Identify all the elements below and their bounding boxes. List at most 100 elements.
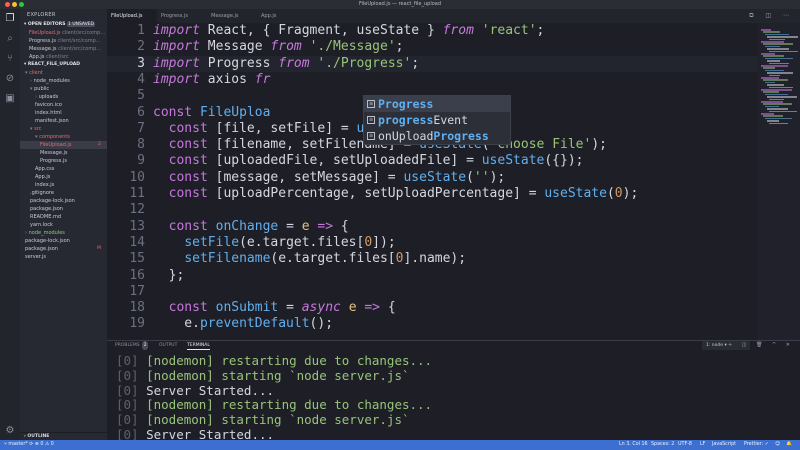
tab-output[interactable]: OUTPUT <box>159 341 177 350</box>
minimap-line <box>761 53 775 55</box>
open-editor-item[interactable]: Progress.js client/src/comp... <box>20 37 107 45</box>
code-line[interactable]: import Progress from './Progress'; <box>153 56 419 72</box>
tree-item[interactable]: FileUpload.js 2 <box>20 141 107 149</box>
open-editor-item[interactable]: FileUpload.js client/src/comp... <box>20 29 107 37</box>
explorer-sidebar: EXPLORER ▾ OPEN EDITORS 1 UNSAVED FileUp… <box>20 9 107 440</box>
open-editor-name: App.js <box>29 54 46 60</box>
terminal-output[interactable]: [0] [nodemon] restarting due to changes.… <box>116 353 433 450</box>
code-line[interactable]: const FileUploa <box>153 105 270 121</box>
tree-item[interactable]: package.json M <box>20 245 107 253</box>
terminal-line: [0] [nodemon] restarting due to changes.… <box>116 397 433 413</box>
tree-item[interactable]: .gitignore <box>20 189 107 197</box>
tab-fileupload[interactable]: FileUpload.js <box>107 9 157 23</box>
tree-item-label: components <box>39 134 71 140</box>
code-line[interactable]: }; <box>153 268 185 284</box>
tree-item[interactable]: package.json <box>20 205 107 213</box>
notifications-bell-icon[interactable]: 🔔 <box>786 440 792 450</box>
source-control-icon[interactable]: ⑂ <box>4 53 16 65</box>
code-line[interactable]: const [message, setMessage] = useState('… <box>153 170 506 186</box>
code-line[interactable]: setFilename(e.target.files[0].name); <box>153 251 466 267</box>
tree-item[interactable]: › uploads <box>20 93 107 101</box>
minimap-line <box>763 115 783 117</box>
editor-actions[interactable]: ⧉ ◫ ⋯ <box>749 12 794 20</box>
tree-item[interactable]: favicon.ico <box>20 101 107 109</box>
line-number: 12 <box>129 202 145 218</box>
project-section[interactable]: ▾ REACT_FILE_UPLOAD <box>20 61 107 69</box>
git-status-badge: M <box>97 246 101 251</box>
minimap-line <box>767 60 780 62</box>
tree-item[interactable]: package-lock.json <box>20 197 107 205</box>
tab-message[interactable]: Message.js <box>207 9 257 23</box>
open-editors-section[interactable]: ▾ OPEN EDITORS 1 UNSAVED <box>20 21 107 29</box>
encoding[interactable]: UTF-8 <box>678 440 692 450</box>
prettier-status[interactable]: Prettier: ✓ <box>744 440 769 450</box>
minimap-line <box>763 31 780 33</box>
indentation[interactable]: Spaces: 2 <box>651 440 674 450</box>
maximize-window-button[interactable] <box>19 2 24 7</box>
search-icon[interactable]: ⌕ <box>4 33 16 45</box>
tab-app[interactable]: App.js <box>257 9 307 23</box>
tree-item[interactable]: ▾ client <box>20 69 107 77</box>
tab-progress[interactable]: Progress.js <box>157 9 207 23</box>
tree-item[interactable]: yarn.lock <box>20 221 107 229</box>
tree-item[interactable]: Message.js <box>20 149 107 157</box>
code-line[interactable]: e.preventDefault(); <box>153 316 333 332</box>
code-line[interactable]: const [uploadedFile, setUploadedFile] = … <box>153 153 584 169</box>
code-editor[interactable]: 1 2 3 4 5 6 7 8 9 10 11 12 13 14 15 16 17 18 19 import Rea… <box>107 23 800 340</box>
tree-item[interactable]: index.html <box>20 109 107 117</box>
autocomplete-item[interactable]: ≡ progressEvent <box>364 112 510 128</box>
settings-gear-icon[interactable]: ⚙ <box>4 425 16 437</box>
code-line[interactable]: const onChange = e => { <box>153 219 349 235</box>
tree-item-label: Progress.js <box>40 158 67 164</box>
cursor-position[interactable]: Ln 3, Col 16 <box>619 440 648 450</box>
outline-section[interactable]: › OUTLINE <box>20 432 107 440</box>
tree-item[interactable]: › node_modules <box>20 77 107 85</box>
explorer-icon[interactable]: ❐ <box>4 13 16 25</box>
code-line[interactable]: import axios fr <box>153 72 270 88</box>
extensions-icon[interactable]: ▣ <box>4 93 16 105</box>
open-editor-item[interactable]: App.js client/src <box>20 53 107 61</box>
tab-terminal[interactable]: TERMINAL <box>187 341 210 350</box>
tree-item[interactable]: Progress.js <box>20 157 107 165</box>
minimap-line <box>767 72 793 74</box>
code-line[interactable]: setFile(e.target.files[0]); <box>153 235 395 251</box>
code-line[interactable]: const [uploadPercentage, setUploadPercen… <box>153 186 639 202</box>
bottom-panel: PROBLEMS 2 OUTPUT TERMINAL 1: node ▾ + ◫ … <box>107 340 800 450</box>
minimize-window-button[interactable] <box>12 2 17 7</box>
tree-item[interactable]: App.js <box>20 173 107 181</box>
tree-item[interactable]: › node_modules <box>20 229 107 237</box>
debug-icon[interactable]: ⊘ <box>4 73 16 85</box>
tree-item[interactable]: index.js <box>20 181 107 189</box>
autocomplete-item[interactable]: ≡ Progress <box>364 96 510 112</box>
tree-item[interactable]: manifest.json <box>20 117 107 125</box>
tree-item[interactable]: package-lock.json <box>20 237 107 245</box>
tree-item-label: src <box>34 126 42 132</box>
language-mode[interactable]: JavaScript <box>712 440 736 450</box>
minimap-line <box>763 67 775 69</box>
tree-item[interactable]: ▾ components <box>20 133 107 141</box>
code-line[interactable]: import Message from './Message'; <box>153 39 403 55</box>
code-line[interactable]: import React, { Fragment, useState } fro… <box>153 23 544 39</box>
minimap[interactable] <box>758 23 800 340</box>
minimap-line <box>763 43 793 45</box>
code-line[interactable]: const onSubmit = async e => { <box>153 300 396 316</box>
line-ending[interactable]: LF <box>700 440 705 450</box>
tree-item[interactable]: ▾ src <box>20 125 107 133</box>
panel-actions[interactable]: + ◫ 🗑 ^ ✕ <box>728 341 794 350</box>
terminal-line: [0] [nodemon] starting `node server.js` <box>116 412 410 428</box>
tree-item[interactable]: README.md <box>20 213 107 221</box>
open-editor-item[interactable]: Message.js client/src/comp... <box>20 45 107 53</box>
tree-item[interactable]: server.js <box>20 253 107 261</box>
autocomplete-item[interactable]: ≡ onUploadProgress <box>364 128 510 144</box>
tab-problems[interactable]: PROBLEMS 2 <box>115 341 149 350</box>
tree-item[interactable]: App.css <box>20 165 107 173</box>
minimap-line <box>767 120 779 122</box>
tree-item-label: FileUpload.js <box>40 142 72 148</box>
open-editor-path: client/src/comp... <box>58 46 102 52</box>
close-window-button[interactable] <box>5 2 10 7</box>
autocomplete-popup[interactable]: ≡ Progress ≡ progressEvent ≡ onUploadProgress <box>363 95 511 145</box>
tree-item-label: manifest.json <box>35 118 69 124</box>
tree-item[interactable]: ▾ public <box>20 85 107 93</box>
feedback-smiley-icon[interactable]: ☺ <box>775 440 780 450</box>
branch-indicator[interactable]: ⑂ master* ⟳ ⊗ 0 ⚠ 0 <box>4 440 54 450</box>
